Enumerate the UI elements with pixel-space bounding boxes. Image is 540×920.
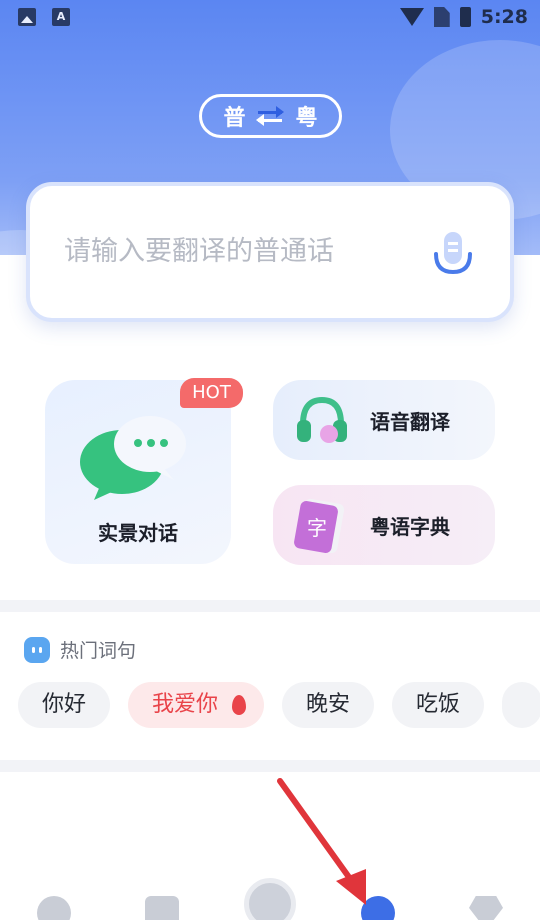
notebook-char: 字 — [307, 516, 327, 540]
wifi-icon — [399, 8, 424, 26]
status-time: 5:28 — [480, 6, 528, 28]
phrase-chip[interactable]: 你好 — [18, 682, 111, 728]
section-divider — [0, 600, 540, 612]
phrase-chip[interactable]: 晚安 — [282, 682, 375, 728]
voice-translate-label: 语音翻译 — [370, 410, 450, 434]
hot-phrases-section: 热门词句 你好 我爱你 晚安 吃饭 — [0, 612, 540, 760]
cantonese-dict-label: 粤语字典 — [370, 515, 450, 539]
notebook-icon: 字 — [294, 498, 345, 554]
headphone-icon — [297, 396, 347, 443]
tab-video-icon[interactable] — [145, 896, 179, 920]
swap-icon — [255, 105, 284, 127]
source-language: 普 — [223, 106, 246, 131]
cantonese-dict-card[interactable]: 字 粤语字典 — [273, 485, 495, 565]
battery-icon — [459, 7, 471, 27]
microphone-icon[interactable] — [432, 228, 474, 278]
annotation-arrow-icon — [277, 778, 366, 905]
phrase-chip-hot[interactable]: 我爱你 — [128, 682, 265, 728]
phrase-chip-partial[interactable] — [502, 682, 540, 728]
translate-input[interactable] — [64, 236, 414, 267]
hot-phrases-title: 热门词句 — [60, 640, 137, 662]
hot-badge: HOT — [180, 378, 243, 408]
language-switch-button[interactable]: 普 粤 — [199, 94, 342, 138]
scene-dialog-label: 实景对话 — [98, 521, 178, 545]
tab-home-icon[interactable] — [37, 896, 71, 920]
section-divider — [0, 760, 540, 772]
phrase-chip-label: 我爱你 — [152, 692, 219, 717]
no-sim-icon — [433, 7, 450, 27]
bot-icon — [24, 636, 50, 663]
voice-translate-card[interactable]: 语音翻译 — [273, 380, 495, 460]
status-bar: A 5:28 — [0, 0, 540, 36]
phrase-chip[interactable]: 吃饭 — [392, 682, 485, 728]
tab-diamond-icon[interactable] — [469, 896, 503, 920]
chat-bubbles-icon — [80, 416, 186, 500]
image-icon — [18, 8, 36, 26]
translate-input-card[interactable] — [26, 182, 514, 322]
a-icon: A — [52, 8, 70, 26]
phrase-chip-row: 你好 我爱你 晚安 吃饭 — [18, 682, 540, 728]
target-language: 粤 — [295, 106, 318, 131]
flame-icon — [232, 695, 247, 715]
